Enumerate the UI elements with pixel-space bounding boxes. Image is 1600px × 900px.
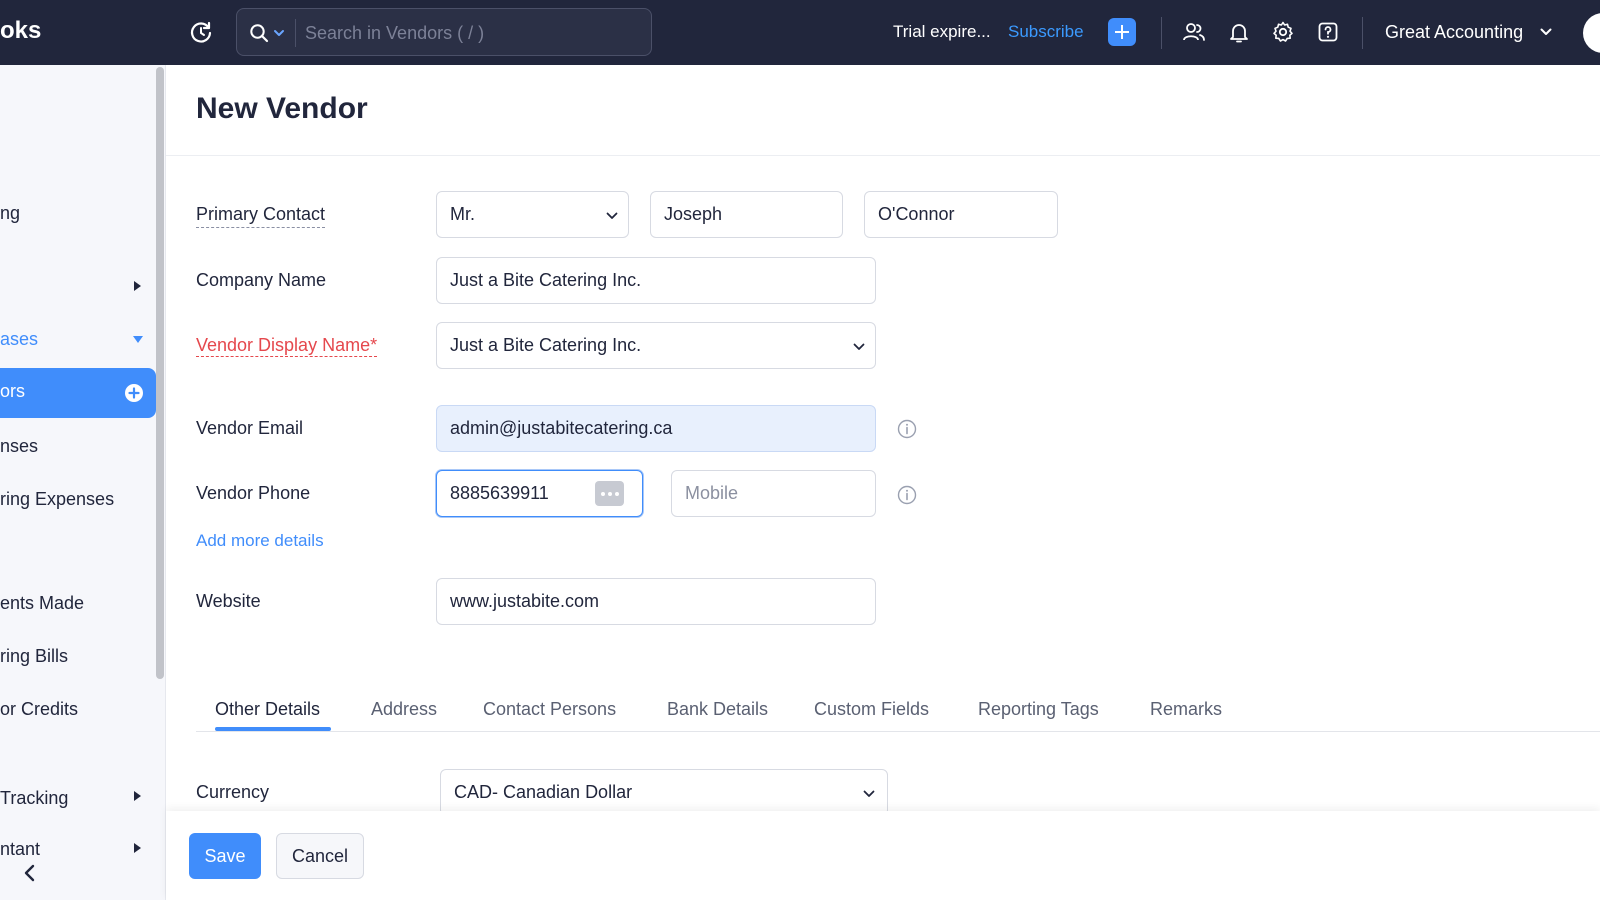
- sidebar-item-accountant[interactable]: ntant: [0, 839, 40, 860]
- cancel-button[interactable]: Cancel: [276, 833, 364, 879]
- currency-select[interactable]: CAD- Canadian Dollar: [440, 769, 888, 816]
- caret-right-icon[interactable]: [134, 281, 141, 291]
- active-tab-indicator: [215, 727, 331, 731]
- top-bar: oks Trial expire... Subscribe Gre: [0, 0, 1600, 65]
- vendor-email-label: Vendor Email: [196, 418, 304, 438]
- primary-contact-label: Primary Contact: [196, 204, 326, 228]
- caret-down-icon[interactable]: [133, 336, 143, 343]
- tab-reporting-tags[interactable]: Reporting Tags: [978, 699, 1099, 720]
- sidebar: [0, 65, 166, 900]
- last-name-field[interactable]: [864, 191, 1058, 238]
- sidebar-item[interactable]: ng: [0, 203, 20, 224]
- sidebar-item-time-tracking[interactable]: Tracking: [0, 788, 68, 809]
- page-title: New Vendor: [196, 92, 368, 125]
- save-button[interactable]: Save: [189, 833, 261, 879]
- first-name-field[interactable]: [650, 191, 843, 238]
- tab-custom-fields[interactable]: Custom Fields: [814, 699, 929, 720]
- phone-options-icon[interactable]: [595, 481, 624, 506]
- sidebar-item-vendor-credits[interactable]: or Credits: [0, 699, 78, 720]
- chevron-down-icon[interactable]: [853, 343, 865, 351]
- caret-right-icon[interactable]: [134, 843, 141, 853]
- currency-value: CAD- Canadian Dollar: [454, 782, 633, 802]
- mobile-phone-field[interactable]: [671, 470, 876, 517]
- gear-icon[interactable]: [1271, 20, 1295, 44]
- salutation-value: Mr.: [450, 204, 475, 224]
- search-divider: [295, 19, 296, 47]
- website-field[interactable]: [436, 578, 876, 625]
- help-icon[interactable]: [1316, 20, 1340, 44]
- vendor-display-name-value: Just a Bite Catering Inc.: [450, 335, 642, 355]
- form-footer: [166, 811, 1600, 900]
- sidebar-item-payments-made[interactable]: ents Made: [0, 593, 84, 614]
- title-divider: [166, 155, 1600, 156]
- company-name-label: Company Name: [196, 270, 327, 290]
- caret-right-icon[interactable]: [134, 791, 141, 801]
- tab-contact-persons[interactable]: Contact Persons: [483, 699, 616, 720]
- chevron-down-icon[interactable]: [273, 28, 285, 38]
- tab-address[interactable]: Address: [371, 699, 437, 720]
- avatar[interactable]: [1583, 13, 1600, 53]
- sidebar-item-recurring-expenses[interactable]: ring Expenses: [0, 489, 114, 510]
- add-more-details-link[interactable]: Add more details: [196, 531, 324, 551]
- users-icon[interactable]: [1182, 20, 1206, 44]
- header-divider: [1161, 17, 1162, 49]
- sidebar-item-label: ors: [0, 381, 26, 401]
- tab-bank-details[interactable]: Bank Details: [667, 699, 768, 720]
- chevron-down-icon[interactable]: [606, 212, 618, 220]
- chevron-down-icon[interactable]: [1540, 28, 1552, 36]
- subscribe-link[interactable]: Subscribe: [1008, 22, 1084, 42]
- bell-icon[interactable]: [1227, 20, 1251, 44]
- company-name-field[interactable]: [436, 257, 876, 304]
- sidebar-item-expenses[interactable]: nses: [0, 436, 38, 457]
- chevron-down-icon[interactable]: [863, 790, 875, 798]
- tab-other-details[interactable]: Other Details: [215, 699, 320, 720]
- currency-label: Currency: [196, 782, 270, 802]
- organization-switcher[interactable]: Great Accounting: [1385, 22, 1523, 43]
- collapse-sidebar-icon[interactable]: [22, 863, 38, 883]
- sidebar-scrollbar[interactable]: [156, 67, 164, 679]
- tabs-divider: [196, 731, 1600, 732]
- trial-status: Trial expire...: [893, 22, 991, 41]
- quick-create-plus-icon[interactable]: [1108, 18, 1136, 46]
- vendor-phone-label: Vendor Phone: [196, 483, 311, 503]
- search-box[interactable]: [236, 8, 652, 56]
- tab-remarks[interactable]: Remarks: [1150, 699, 1222, 720]
- vendor-display-name-select[interactable]: Just a Bite Catering Inc.: [436, 322, 876, 369]
- add-circle-icon[interactable]: [124, 383, 144, 403]
- info-icon[interactable]: [897, 419, 917, 439]
- search-icon[interactable]: [249, 23, 269, 43]
- info-icon[interactable]: [897, 485, 917, 505]
- website-label: Website: [196, 591, 261, 611]
- sidebar-item-recurring-bills[interactable]: ring Bills: [0, 646, 68, 667]
- header-divider: [1362, 17, 1363, 49]
- sidebar-item-vendors[interactable]: ors: [0, 368, 156, 418]
- vendor-display-name-label: Vendor Display Name*: [196, 335, 378, 357]
- sidebar-item-purchases[interactable]: ases: [0, 329, 38, 350]
- app-brand[interactable]: oks: [0, 17, 41, 45]
- recent-activity-icon[interactable]: [188, 20, 214, 46]
- search-input[interactable]: [305, 21, 635, 45]
- vendor-email-field[interactable]: [436, 405, 876, 452]
- salutation-select[interactable]: Mr.: [436, 191, 629, 238]
